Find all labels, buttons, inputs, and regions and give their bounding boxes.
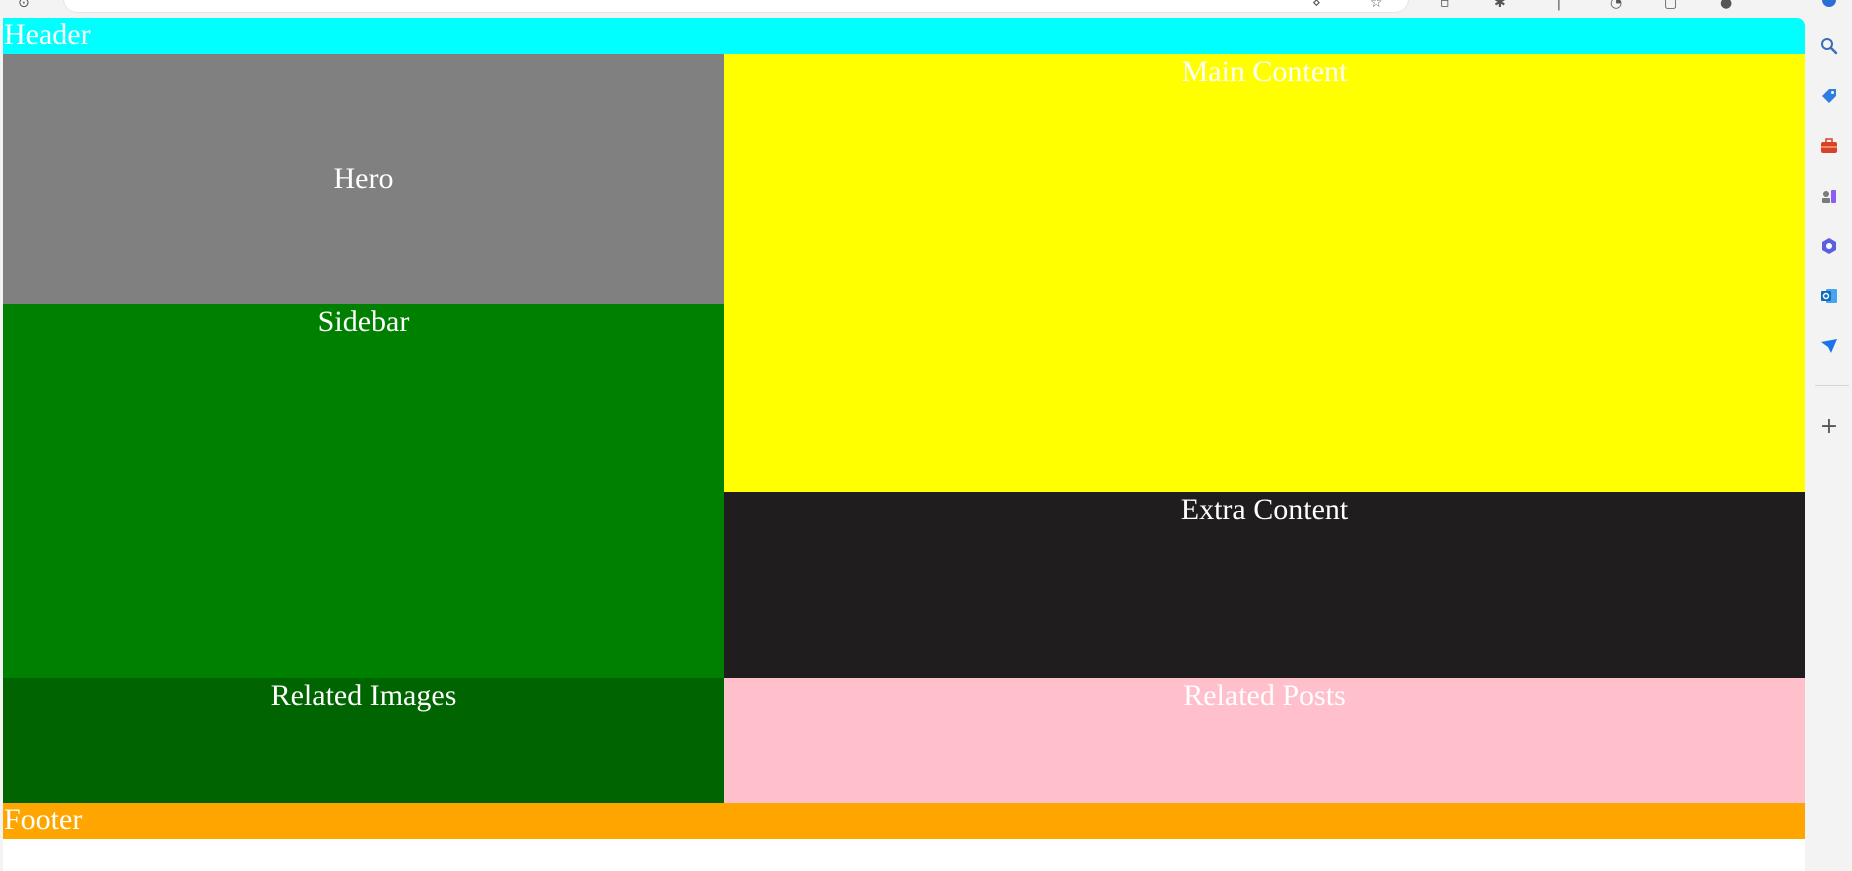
add-icon[interactable]: + [1817, 414, 1841, 439]
extensions-icon[interactable]: ✱ [1494, 0, 1506, 10]
browser-essentials-icon[interactable]: ▢ [1664, 0, 1677, 10]
related-posts-region: Related Posts [724, 678, 1805, 803]
sidebar-region: Sidebar [3, 304, 724, 678]
send-icon[interactable] [1817, 334, 1841, 358]
extra-content-region: Extra Content [724, 492, 1805, 678]
related-images-region: Related Images [3, 678, 724, 803]
related-posts-label: Related Posts [1183, 679, 1346, 712]
address-bar[interactable] [64, 0, 1408, 12]
page-viewport: Header Hero Sidebar Main Content Extra C… [3, 18, 1805, 871]
hero-region: Hero [3, 54, 724, 304]
main-content-label: Main Content [1181, 55, 1348, 88]
copilot-top-icon[interactable] [1817, 0, 1841, 12]
extra-content-label: Extra Content [1180, 493, 1349, 526]
favorite-star-icon[interactable]: ☆ [1370, 0, 1383, 10]
split-screen-icon[interactable]: ▫ [1440, 0, 1450, 10]
browser-toolbar: ⊙ ⋄ ☆ ▫ ✱ ❘ ◔ ▢ ● [0, 0, 1805, 18]
related-images-label: Related Images [270, 679, 457, 712]
shield-icon[interactable]: ● [1720, 0, 1732, 10]
site-info-icon[interactable]: ⊙ [18, 0, 30, 10]
browser-sidebar: + [1805, 0, 1852, 871]
search-icon[interactable] [1817, 34, 1841, 58]
tag-icon[interactable] [1817, 84, 1841, 108]
collections-icon[interactable]: ◔ [1610, 0, 1622, 10]
sidebar-label: Sidebar [317, 305, 410, 338]
main-content-region: Main Content [724, 54, 1805, 492]
read-aloud-icon[interactable]: ⋄ [1312, 0, 1321, 10]
header-label: Header [4, 18, 91, 51]
footer-label: Footer [4, 803, 83, 836]
chess-icon[interactable] [1817, 184, 1841, 208]
copilot-icon[interactable] [1817, 234, 1841, 258]
hero-label: Hero [333, 162, 394, 195]
favorites-icon[interactable]: ❘ [1553, 0, 1565, 10]
toolbox-icon[interactable] [1817, 134, 1841, 158]
header-region: Header [3, 18, 1805, 54]
footer-region: Footer [3, 803, 1805, 839]
rail-divider [1815, 385, 1849, 386]
outlook-icon[interactable] [1817, 284, 1841, 308]
